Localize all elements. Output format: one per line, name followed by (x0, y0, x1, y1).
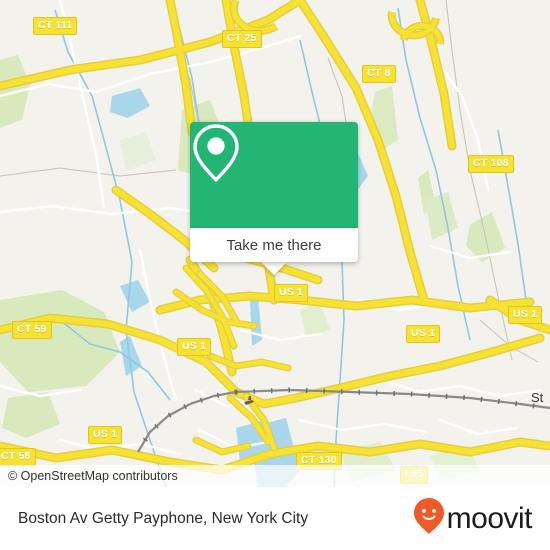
map-shield[interactable]: CT 58 (0, 448, 36, 466)
moovit-pin-smiley-icon (413, 497, 445, 540)
map-shield[interactable]: CT 59 (12, 321, 52, 339)
location-callout[interactable]: Take me there (190, 122, 358, 275)
map-screenshot: CT 111 CT 25 CT 8 CT 108 US 1 US 1 US 1 … (0, 0, 550, 550)
map-shield[interactable]: US 1 (274, 284, 309, 302)
take-me-there-button[interactable]: Take me there (190, 228, 358, 262)
map-shield[interactable]: CT 8 (362, 65, 396, 83)
callout-header (190, 122, 358, 228)
map-shield[interactable]: US 1 (177, 338, 212, 356)
callout-pointer (261, 262, 287, 275)
map-shield[interactable]: US 1 (508, 306, 543, 324)
map-shield[interactable]: US 1 (406, 325, 441, 343)
map-shield[interactable]: US 1 (88, 426, 123, 444)
location-title: Boston Av Getty Payphone, New York City (18, 509, 309, 527)
map-shield[interactable]: CT 108 (468, 155, 514, 173)
moovit-wordmark: moovit (446, 501, 533, 535)
page-footer: Boston Av Getty Payphone, New York City … (0, 487, 550, 550)
map-attribution[interactable]: © OpenStreetMap contributors (0, 465, 550, 487)
map-canvas[interactable]: CT 111 CT 25 CT 8 CT 108 US 1 US 1 US 1 … (0, 0, 550, 487)
map-shield[interactable]: CT 25 (222, 30, 262, 48)
map-shield[interactable]: CT 111 (33, 17, 78, 35)
moovit-logo[interactable]: moovit (413, 497, 533, 540)
map-place-label: St (531, 390, 544, 405)
